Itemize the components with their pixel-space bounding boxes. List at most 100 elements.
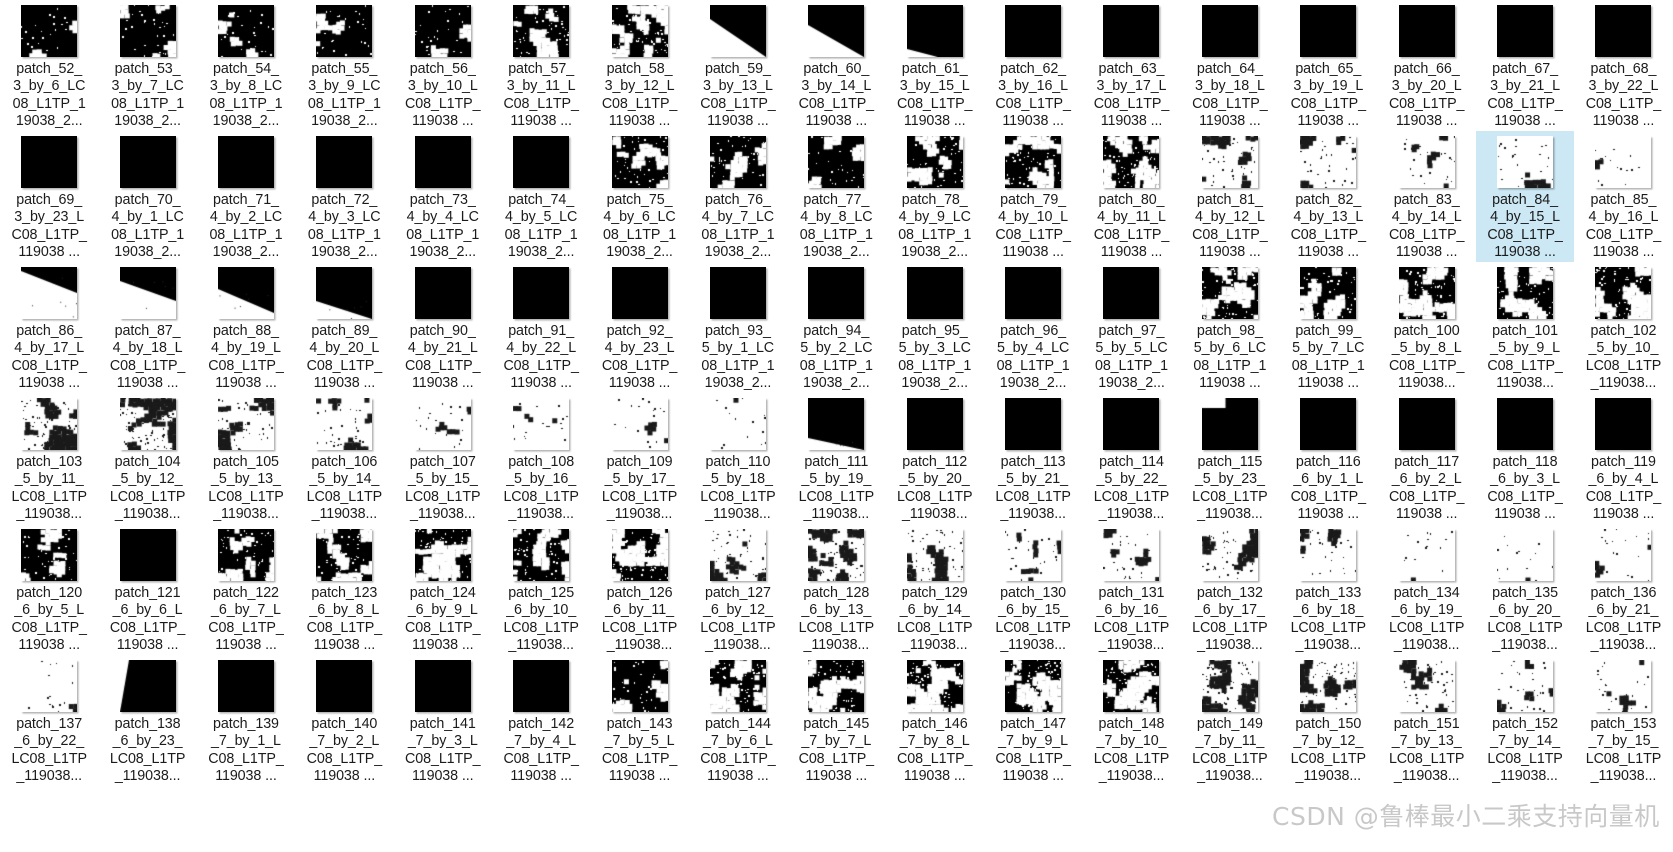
file-item[interactable]: patch_135 _6_by_20_ LC08_L1TP _119038... <box>1476 524 1574 655</box>
file-item[interactable]: patch_127 _6_by_12_ LC08_L1TP _119038... <box>689 524 787 655</box>
file-item[interactable]: patch_130 _6_by_15_ LC08_L1TP _119038... <box>984 524 1082 655</box>
file-item[interactable]: patch_69_ 3_by_23_L C08_L1TP_ 119038 ... <box>0 131 98 262</box>
file-item[interactable]: patch_78_ 4_by_9_LC 08_L1TP_1 19038_2... <box>886 131 984 262</box>
file-item[interactable]: patch_146 _7_by_8_L C08_L1TP_ 119038 ... <box>886 655 984 786</box>
file-item[interactable]: patch_92_ 4_by_23_L C08_L1TP_ 119038 ... <box>590 262 688 393</box>
file-item[interactable]: patch_140 _7_by_2_L C08_L1TP_ 119038 ... <box>295 655 393 786</box>
file-item[interactable]: patch_153 _7_by_15_ LC08_L1TP _119038... <box>1574 655 1672 786</box>
file-item[interactable]: patch_129 _6_by_14_ LC08_L1TP _119038... <box>886 524 984 655</box>
file-item[interactable]: patch_118 _6_by_3_L C08_L1TP_ 119038 ... <box>1476 393 1574 524</box>
file-item[interactable]: patch_67_ 3_by_21_L C08_L1TP_ 119038 ... <box>1476 0 1574 131</box>
file-item[interactable]: patch_83_ 4_by_14_L C08_L1TP_ 119038 ... <box>1377 131 1475 262</box>
file-item[interactable]: patch_88_ 4_by_19_L C08_L1TP_ 119038 ... <box>197 262 295 393</box>
file-item[interactable]: patch_106 _5_by_14_ LC08_L1TP _119038... <box>295 393 393 524</box>
file-item[interactable]: patch_145 _7_by_7_L C08_L1TP_ 119038 ... <box>787 655 885 786</box>
file-item[interactable]: patch_143 _7_by_5_L C08_L1TP_ 119038 ... <box>590 655 688 786</box>
file-item[interactable]: patch_76_ 4_by_7_LC 08_L1TP_1 19038_2... <box>689 131 787 262</box>
file-item[interactable]: patch_151 _7_by_13_ LC08_L1TP _119038... <box>1377 655 1475 786</box>
file-item[interactable]: patch_112 _5_by_20_ LC08_L1TP _119038... <box>886 393 984 524</box>
file-item[interactable]: patch_81_ 4_by_12_L C08_L1TP_ 119038 ... <box>1181 131 1279 262</box>
file-item[interactable]: patch_116 _6_by_1_L C08_L1TP_ 119038 ... <box>1279 393 1377 524</box>
file-item[interactable]: patch_134 _6_by_19_ LC08_L1TP _119038... <box>1377 524 1475 655</box>
file-item[interactable]: patch_63_ 3_by_17_L C08_L1TP_ 119038 ... <box>1082 0 1180 131</box>
file-item[interactable]: patch_149 _7_by_11_ LC08_L1TP _119038... <box>1181 655 1279 786</box>
file-item[interactable]: patch_137 _6_by_22_ LC08_L1TP _119038... <box>0 655 98 786</box>
file-item[interactable]: patch_111 _5_by_19_ LC08_L1TP _119038... <box>787 393 885 524</box>
file-item[interactable]: patch_96_ 5_by_4_LC 08_L1TP_1 19038_2... <box>984 262 1082 393</box>
file-item[interactable]: patch_103 _5_by_11_ LC08_L1TP _119038... <box>0 393 98 524</box>
file-icon-grid[interactable]: patch_52_ 3_by_6_LC 08_L1TP_1 19038_2...… <box>0 0 1673 852</box>
file-item[interactable]: patch_98_ 5_by_6_LC 08_L1TP_1 119038 ... <box>1181 262 1279 393</box>
file-item[interactable]: patch_133 _6_by_18_ LC08_L1TP _119038... <box>1279 524 1377 655</box>
file-item[interactable]: patch_113 _5_by_21_ LC08_L1TP _119038... <box>984 393 1082 524</box>
file-item[interactable]: patch_64_ 3_by_18_L C08_L1TP_ 119038 ... <box>1181 0 1279 131</box>
file-item[interactable]: patch_93_ 5_by_1_LC 08_L1TP_1 19038_2... <box>689 262 787 393</box>
file-item[interactable]: patch_110 _5_by_18_ LC08_L1TP _119038... <box>689 393 787 524</box>
file-item[interactable]: patch_53_ 3_by_7_LC 08_L1TP_1 19038_2... <box>98 0 196 131</box>
file-item[interactable]: patch_85_ 4_by_16_L C08_L1TP_ 119038 ... <box>1574 131 1672 262</box>
file-item[interactable]: patch_54_ 3_by_8_LC 08_L1TP_1 19038_2... <box>197 0 295 131</box>
file-item[interactable]: patch_57_ 3_by_11_L C08_L1TP_ 119038 ... <box>492 0 590 131</box>
file-item[interactable]: patch_58_ 3_by_12_L C08_L1TP_ 119038 ... <box>590 0 688 131</box>
file-item[interactable]: patch_89_ 4_by_20_L C08_L1TP_ 119038 ... <box>295 262 393 393</box>
file-item[interactable]: patch_142 _7_by_4_L C08_L1TP_ 119038 ... <box>492 655 590 786</box>
file-item[interactable]: patch_147 _7_by_9_L C08_L1TP_ 119038 ... <box>984 655 1082 786</box>
file-item[interactable]: patch_125 _6_by_10_ LC08_L1TP _119038... <box>492 524 590 655</box>
file-item[interactable]: patch_131 _6_by_16_ LC08_L1TP _119038... <box>1082 524 1180 655</box>
file-item[interactable]: patch_144 _7_by_6_L C08_L1TP_ 119038 ... <box>689 655 787 786</box>
file-item[interactable]: patch_79_ 4_by_10_L C08_L1TP_ 119038 ... <box>984 131 1082 262</box>
file-item[interactable]: patch_126 _6_by_11_ LC08_L1TP _119038... <box>590 524 688 655</box>
file-item[interactable]: patch_104 _5_by_12_ LC08_L1TP _119038... <box>98 393 196 524</box>
file-item[interactable]: patch_94_ 5_by_2_LC 08_L1TP_1 19038_2... <box>787 262 885 393</box>
file-item[interactable]: patch_108 _5_by_16_ LC08_L1TP _119038... <box>492 393 590 524</box>
file-item[interactable]: patch_115 _5_by_23_ LC08_L1TP _119038... <box>1181 393 1279 524</box>
file-item[interactable]: patch_52_ 3_by_6_LC 08_L1TP_1 19038_2... <box>0 0 98 131</box>
file-item[interactable]: patch_65_ 3_by_19_L C08_L1TP_ 119038 ... <box>1279 0 1377 131</box>
file-item[interactable]: patch_122 _6_by_7_L C08_L1TP_ 119038 ... <box>197 524 295 655</box>
file-item[interactable]: patch_107 _5_by_15_ LC08_L1TP _119038... <box>394 393 492 524</box>
file-item[interactable]: patch_80_ 4_by_11_L C08_L1TP_ 119038 ... <box>1082 131 1180 262</box>
file-item[interactable]: patch_74_ 4_by_5_LC 08_L1TP_1 19038_2... <box>492 131 590 262</box>
file-item[interactable]: patch_82_ 4_by_13_L C08_L1TP_ 119038 ... <box>1279 131 1377 262</box>
file-item[interactable]: patch_97_ 5_by_5_LC 08_L1TP_1 19038_2... <box>1082 262 1180 393</box>
file-item[interactable]: patch_152 _7_by_14_ LC08_L1TP _119038... <box>1476 655 1574 786</box>
file-item[interactable]: patch_75_ 4_by_6_LC 08_L1TP_1 19038_2... <box>590 131 688 262</box>
file-item[interactable]: patch_121 _6_by_6_L C08_L1TP_ 119038 ... <box>98 524 196 655</box>
file-item[interactable]: patch_136 _6_by_21_ LC08_L1TP _119038... <box>1574 524 1672 655</box>
file-item[interactable]: patch_139 _7_by_1_L C08_L1TP_ 119038 ... <box>197 655 295 786</box>
file-item[interactable]: patch_73_ 4_by_4_LC 08_L1TP_1 19038_2... <box>394 131 492 262</box>
file-item[interactable]: patch_102 _5_by_10_ LC08_L1TP _119038... <box>1574 262 1672 393</box>
file-item[interactable]: patch_138 _6_by_23_ LC08_L1TP _119038... <box>98 655 196 786</box>
file-item[interactable]: patch_91_ 4_by_22_L C08_L1TP_ 119038 ... <box>492 262 590 393</box>
file-item[interactable]: patch_68_ 3_by_22_L C08_L1TP_ 119038 ... <box>1574 0 1672 131</box>
file-item[interactable]: patch_77_ 4_by_8_LC 08_L1TP_1 19038_2... <box>787 131 885 262</box>
file-item[interactable]: patch_72_ 4_by_3_LC 08_L1TP_1 19038_2... <box>295 131 393 262</box>
file-item[interactable]: patch_120 _6_by_5_L C08_L1TP_ 119038 ... <box>0 524 98 655</box>
file-item[interactable]: patch_86_ 4_by_17_L C08_L1TP_ 119038 ... <box>0 262 98 393</box>
file-item[interactable]: patch_99_ 5_by_7_LC 08_L1TP_1 119038 ... <box>1279 262 1377 393</box>
file-item[interactable]: patch_141 _7_by_3_L C08_L1TP_ 119038 ... <box>394 655 492 786</box>
file-item[interactable]: patch_55_ 3_by_9_LC 08_L1TP_1 19038_2... <box>295 0 393 131</box>
file-item[interactable]: patch_56_ 3_by_10_L C08_L1TP_ 119038 ... <box>394 0 492 131</box>
file-item[interactable]: patch_117 _6_by_2_L C08_L1TP_ 119038 ... <box>1377 393 1475 524</box>
file-item[interactable]: patch_71_ 4_by_2_LC 08_L1TP_1 19038_2... <box>197 131 295 262</box>
file-item[interactable]: patch_62_ 3_by_16_L C08_L1TP_ 119038 ... <box>984 0 1082 131</box>
file-item[interactable]: patch_150 _7_by_12_ LC08_L1TP _119038... <box>1279 655 1377 786</box>
file-item[interactable]: patch_84_ 4_by_15_L C08_L1TP_ 119038 ... <box>1475 131 1575 262</box>
file-item[interactable]: patch_148 _7_by_10_ LC08_L1TP _119038... <box>1082 655 1180 786</box>
file-item[interactable]: patch_105 _5_by_13_ LC08_L1TP _119038... <box>197 393 295 524</box>
file-item[interactable]: patch_101 _5_by_9_L C08_L1TP_ 119038... <box>1476 262 1574 393</box>
file-item[interactable]: patch_119 _6_by_4_L C08_L1TP_ 119038 ... <box>1574 393 1672 524</box>
file-item[interactable]: patch_60_ 3_by_14_L C08_L1TP_ 119038 ... <box>787 0 885 131</box>
file-item[interactable]: patch_87_ 4_by_18_L C08_L1TP_ 119038 ... <box>98 262 196 393</box>
file-item[interactable]: patch_114 _5_by_22_ LC08_L1TP _119038... <box>1082 393 1180 524</box>
file-item[interactable]: patch_59_ 3_by_13_L C08_L1TP_ 119038 ... <box>689 0 787 131</box>
file-item[interactable]: patch_66_ 3_by_20_L C08_L1TP_ 119038 ... <box>1377 0 1475 131</box>
file-item[interactable]: patch_70_ 4_by_1_LC 08_L1TP_1 19038_2... <box>98 131 196 262</box>
file-item[interactable]: patch_128 _6_by_13_ LC08_L1TP _119038... <box>787 524 885 655</box>
file-item[interactable]: patch_95_ 5_by_3_LC 08_L1TP_1 19038_2... <box>886 262 984 393</box>
file-item[interactable]: patch_90_ 4_by_21_L C08_L1TP_ 119038 ... <box>394 262 492 393</box>
file-item[interactable]: patch_123 _6_by_8_L C08_L1TP_ 119038 ... <box>295 524 393 655</box>
file-item[interactable]: patch_100 _5_by_8_L C08_L1TP_ 119038... <box>1377 262 1475 393</box>
file-item[interactable]: patch_61_ 3_by_15_L C08_L1TP_ 119038 ... <box>886 0 984 131</box>
